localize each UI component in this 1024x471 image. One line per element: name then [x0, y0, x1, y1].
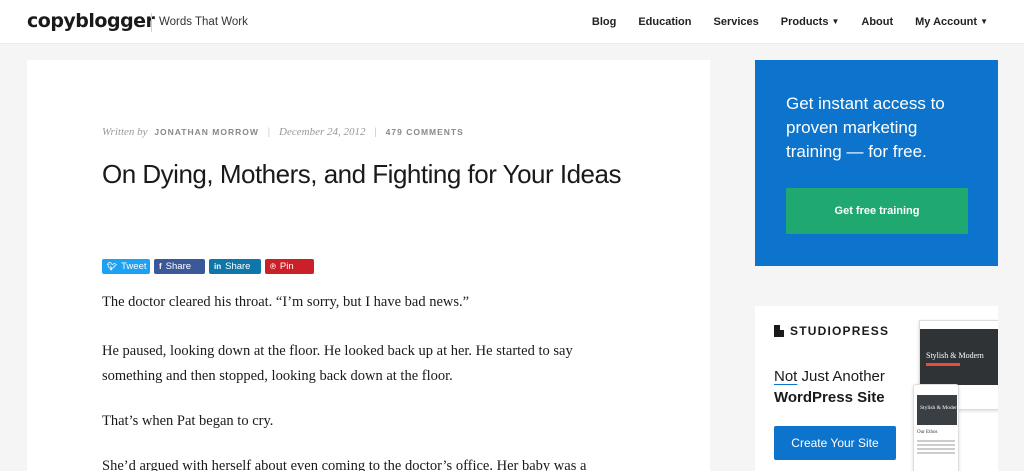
preview-title: Stylish & Modern	[926, 351, 984, 360]
create-your-site-button[interactable]: Create Your Site	[774, 426, 896, 460]
preview-title: Stylish & Modern	[920, 405, 960, 411]
twitter-icon: 🐦︎	[107, 262, 118, 271]
studiopress-mark-icon	[774, 325, 784, 337]
article-paragraph: She’d argued with herself about even com…	[102, 458, 587, 471]
get-free-training-button[interactable]: Get free training	[786, 188, 968, 234]
main-nav: Blog Education Services Products ▼ About …	[570, 0, 988, 44]
nav-item-services[interactable]: Services	[714, 16, 759, 28]
ad-headline: Not Just Another	[774, 368, 885, 385]
comments-link[interactable]: 479 Comments	[386, 127, 464, 137]
site-header: copyblogger Words That Work Blog Educati…	[0, 0, 1024, 44]
pinterest-icon: ℗	[270, 262, 276, 271]
preview-text-lines	[917, 440, 955, 442]
article-paragraph: He paused, looking down at the floor. He…	[102, 343, 573, 384]
byline-divider: |	[374, 127, 377, 138]
share-buttons: 🐦︎ Tweet f Share in Share ℗ Pin	[102, 259, 318, 274]
site-logo[interactable]: copyblogger	[27, 10, 155, 32]
facebook-icon: f	[159, 262, 162, 271]
studiopress-logo: STUDIOPRESS	[774, 324, 889, 338]
author-link[interactable]: Jonathan Morrow	[154, 127, 259, 137]
nav-item-products[interactable]: Products ▼	[781, 16, 840, 28]
nav-item-blog[interactable]: Blog	[592, 16, 616, 28]
preview-hero: Stylish & Modern	[920, 329, 998, 385]
preview-subtitle: Our Ethos	[917, 430, 938, 435]
linkedin-share-button[interactable]: in Share	[209, 259, 261, 274]
article-card: Written by Jonathan Morrow | December 24…	[27, 60, 710, 471]
linkedin-icon: in	[214, 262, 222, 271]
ad-headline-bold: WordPress Site	[774, 389, 885, 406]
studiopress-ad[interactable]: STUDIOPRESS Not Just Another WordPress S…	[755, 306, 998, 471]
byline-written-by: Written by	[102, 126, 148, 138]
site-tagline: Words That Work	[151, 13, 248, 32]
facebook-share-button[interactable]: f Share	[154, 259, 205, 274]
article-paragraph: That’s when Pat began to cry.	[102, 413, 274, 429]
nav-item-about[interactable]: About	[861, 16, 893, 28]
promo-text: Get instant access to proven marketing t…	[786, 94, 945, 161]
preview-accent	[926, 363, 960, 366]
caret-down-icon: ▼	[831, 17, 840, 26]
theme-preview-mobile: Stylish & Modern Our Ethos	[913, 384, 960, 471]
byline-divider: |	[267, 127, 271, 138]
article-title: On Dying, Mothers, and Fighting for Your…	[102, 159, 621, 189]
post-date: December 24, 2012	[279, 126, 366, 138]
tweet-button[interactable]: 🐦︎ Tweet	[102, 259, 150, 274]
nav-item-education[interactable]: Education	[638, 16, 691, 28]
byline: Written by Jonathan Morrow | December 24…	[102, 126, 464, 138]
pinterest-pin-button[interactable]: ℗ Pin	[265, 259, 314, 274]
caret-down-icon: ▼	[980, 17, 988, 26]
article-paragraph: The doctor cleared his throat. “I’m sorr…	[102, 294, 470, 310]
free-training-promo: Get instant access to proven marketing t…	[755, 60, 998, 266]
nav-item-my-account[interactable]: My Account ▼	[915, 16, 988, 28]
preview-hero: Stylish & Modern	[917, 395, 960, 425]
